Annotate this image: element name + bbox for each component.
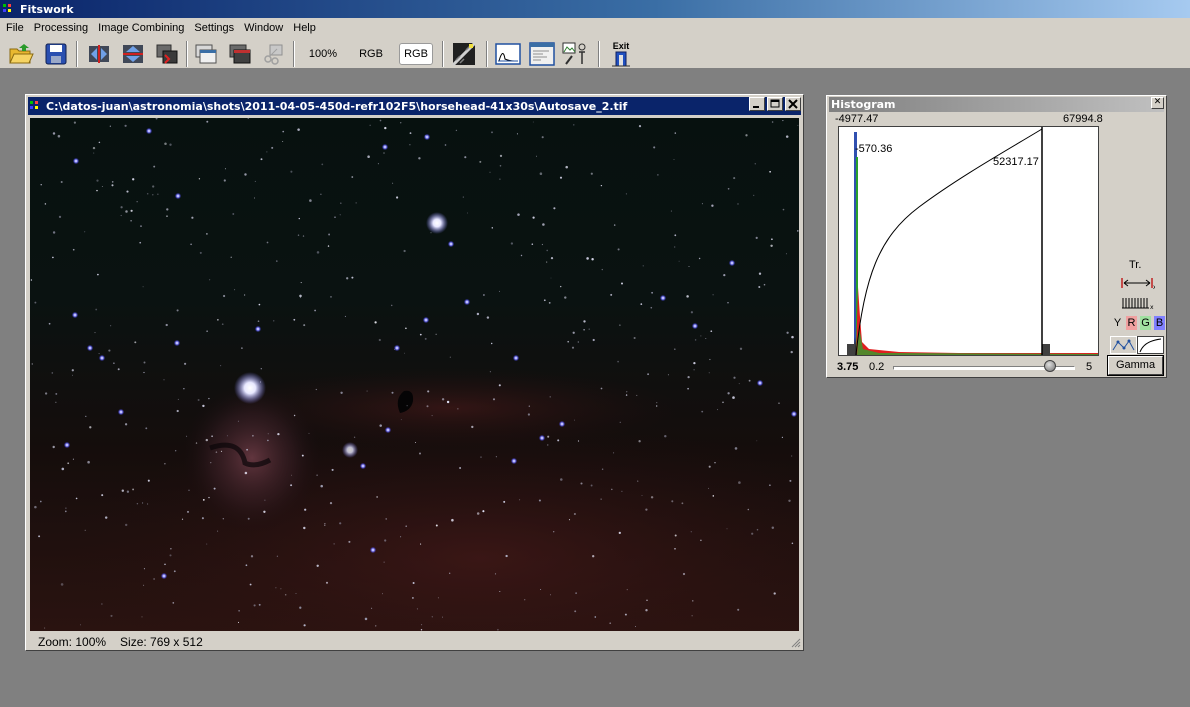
hist-min-label: -4977.47: [835, 113, 879, 125]
toolbar-separator: [186, 41, 188, 67]
histogram-graph: [847, 127, 1098, 355]
channel-y[interactable]: Y: [1112, 316, 1123, 330]
toolbar-separator: [442, 41, 444, 67]
color-tools-icon: [562, 42, 586, 65]
image-info-button[interactable]: [528, 40, 556, 68]
histogram-close-button[interactable]: ✕: [1151, 97, 1164, 109]
histogram-plot[interactable]: -570.36 52317.17: [838, 126, 1099, 356]
histogram-icon: [495, 43, 521, 65]
image-window-title: C:\datos-juan\astronomia\shots\2011-04-0…: [46, 99, 628, 113]
black-point-label: -570.36: [855, 143, 893, 155]
toolbar-separator: [76, 41, 78, 67]
menu-processing[interactable]: Processing: [29, 22, 93, 34]
save-icon: [45, 43, 67, 65]
gamma-button[interactable]: Gamma: [1107, 355, 1164, 376]
image-window-icon: [30, 100, 42, 112]
close-icon: ✕: [1153, 97, 1162, 107]
grid-pattern-button[interactable]: [450, 40, 478, 68]
channel-r[interactable]: R: [1126, 316, 1137, 330]
app-title: Fitswork: [20, 2, 74, 16]
histogram-title: Histogram: [831, 98, 896, 111]
menu-settings[interactable]: Settings: [189, 22, 239, 34]
white-point-label: 52317.17: [993, 156, 1039, 168]
flip-horizontal-button[interactable]: [85, 40, 113, 68]
maximize-icon: [770, 99, 780, 108]
svg-text:x: x: [1153, 284, 1155, 290]
toolbar-separator: [486, 41, 488, 67]
histogram-button[interactable]: [494, 40, 522, 68]
app-logo-icon: [3, 3, 15, 15]
channel-b[interactable]: B: [1154, 316, 1165, 330]
minimize-button[interactable]: [749, 97, 765, 111]
gamma-value: 3.75: [837, 361, 859, 373]
minimize-icon: [753, 106, 759, 108]
menu-window[interactable]: Window: [239, 22, 288, 34]
rgb-toggle-label: RGB: [359, 48, 383, 60]
range-arrows-icon[interactable]: x: [1119, 276, 1155, 290]
rgb-toggle-button[interactable]: RGB: [354, 40, 388, 68]
flip-vertical-icon: [123, 45, 143, 63]
exit-icon: [612, 51, 630, 67]
menu-help[interactable]: Help: [288, 22, 321, 34]
toolbar-separator: [598, 41, 600, 67]
rotate-button[interactable]: [153, 40, 181, 68]
copy-window-button[interactable]: [193, 40, 219, 68]
app-title-bar: Fitswork: [0, 0, 1190, 18]
toolbar: 100% RGB RGB Exit: [0, 37, 1190, 69]
flip-horizontal-icon: [89, 45, 109, 63]
maximize-button[interactable]: [767, 97, 783, 111]
size-status: Size: 769 x 512: [120, 634, 203, 649]
cut-icon: [264, 44, 283, 65]
rgb-active-button[interactable]: RGB: [398, 40, 434, 68]
toolbar-separator: [293, 41, 295, 67]
svg-text:x: x: [1150, 304, 1154, 310]
color-tools-button[interactable]: [562, 40, 590, 68]
image-canvas[interactable]: [30, 118, 799, 631]
cut-button[interactable]: [260, 40, 286, 68]
open-folder-button[interactable]: [7, 40, 35, 68]
slider-max-label: 5: [1086, 361, 1093, 373]
rgb-active-label: RGB: [399, 43, 433, 65]
menu-image-combining[interactable]: Image Combining: [93, 22, 189, 34]
gamma-slider-thumb[interactable]: [1043, 360, 1056, 372]
exit-label: Exit: [612, 41, 630, 51]
image-window[interactable]: C:\datos-juan\astronomia\shots\2011-04-0…: [25, 94, 804, 651]
image-status-bar: Zoom: 100% Size: 769 x 512: [30, 633, 799, 650]
window-button[interactable]: [227, 40, 253, 68]
window-controls: [749, 97, 801, 111]
histogram-window[interactable]: Histogram ✕ -4977.47 67994.8 -570.36 523…: [826, 95, 1167, 378]
image-info-icon: [529, 42, 555, 66]
resize-grip-icon[interactable]: [791, 638, 801, 648]
close-button[interactable]: [785, 97, 801, 111]
slider-min-label: 0.2: [869, 361, 885, 373]
channel-g[interactable]: G: [1140, 316, 1151, 330]
zoom-100-button[interactable]: 100%: [304, 40, 342, 68]
window-icon: [229, 44, 251, 64]
histogram-title-bar[interactable]: Histogram: [829, 97, 1164, 112]
channel-selector: Y R G B: [1112, 316, 1165, 330]
bar-scale-icon[interactable]: x: [1119, 296, 1155, 310]
close-icon: [788, 99, 798, 109]
image-window-title-bar[interactable]: C:\datos-juan\astronomia\shots\2011-04-0…: [28, 97, 801, 115]
menu-file[interactable]: File: [1, 22, 29, 34]
astro-image: [30, 118, 799, 631]
hist-max-label: 67994.8: [1063, 113, 1103, 125]
exit-button[interactable]: Exit: [606, 40, 636, 68]
zoom-100-label: 100%: [308, 48, 338, 60]
menu-bar: File Processing Image Combining Settings…: [0, 18, 1190, 37]
flip-vertical-button[interactable]: [119, 40, 147, 68]
grid-pattern-icon: [452, 42, 476, 66]
tr-label: Tr.: [1129, 259, 1142, 271]
zoom-status: Zoom: 100%: [38, 634, 107, 649]
copy-window-icon: [195, 44, 217, 64]
curve-mode-icons[interactable]: [1110, 336, 1164, 354]
open-folder-icon: [9, 44, 34, 64]
rotate-icon: [156, 44, 178, 64]
save-button[interactable]: [42, 40, 70, 68]
